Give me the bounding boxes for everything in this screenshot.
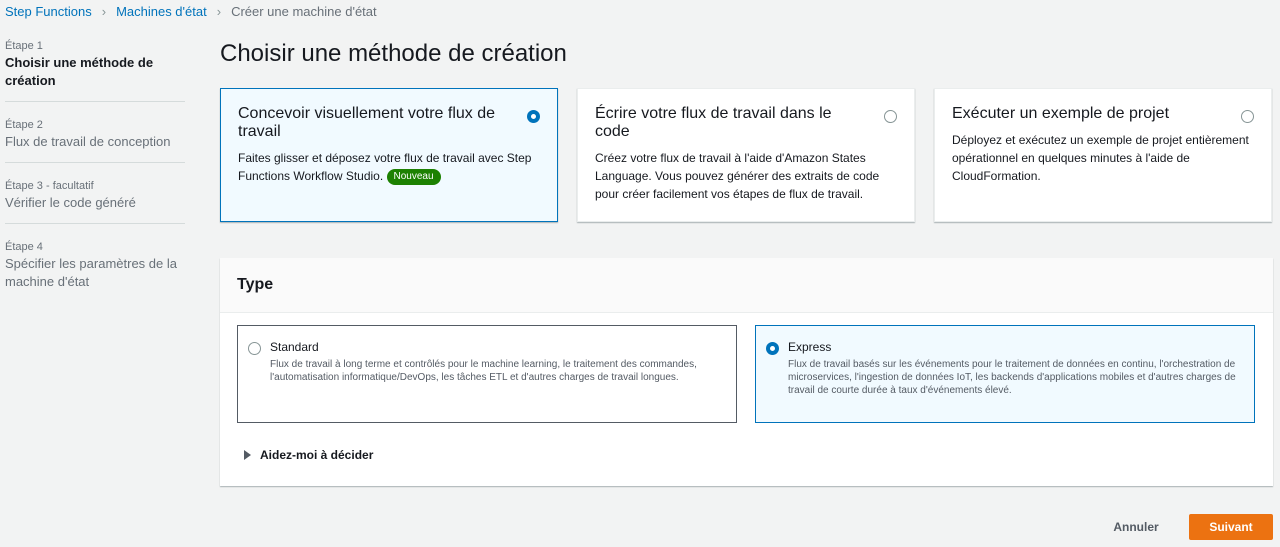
wizard-step-2: Étape 2 Flux de travail de conception bbox=[5, 117, 185, 163]
step-title: Choisir une méthode de création bbox=[5, 55, 154, 88]
caret-right-icon bbox=[244, 450, 251, 460]
new-badge: Nouveau bbox=[386, 169, 441, 185]
breadcrumb-chevron-icon: › bbox=[101, 3, 107, 19]
step-number: Étape 4 bbox=[5, 241, 43, 253]
method-card-description: Déployez et exécutez un exemple de proje… bbox=[952, 133, 1249, 183]
method-card-title: Concevoir visuellement votre flux de tra… bbox=[238, 105, 496, 140]
wizard-step-1: Étape 1 Choisir une méthode de création bbox=[5, 38, 185, 102]
type-panel-header: Type bbox=[220, 258, 1273, 313]
method-card-visual[interactable]: Concevoir visuellement votre flux de tra… bbox=[220, 88, 558, 222]
method-card-description-text: Faites glisser et déposez votre flux de … bbox=[238, 151, 532, 183]
create-state-machine-page: Step Functions › Machines d'état › Créer… bbox=[0, 0, 1280, 547]
page-title: Choisir une méthode de création bbox=[220, 40, 567, 67]
method-card-sample-project[interactable]: Exécuter un exemple de projet Déployez e… bbox=[934, 88, 1272, 222]
step-number: Étape 3 - facultatif bbox=[5, 180, 94, 192]
step-title: Flux de travail de conception bbox=[5, 134, 171, 149]
type-radio-standard[interactable] bbox=[248, 342, 261, 355]
step-title: Vérifier le code généré bbox=[5, 195, 136, 210]
type-option-express[interactable]: Express Flux de travail basés sur les év… bbox=[755, 325, 1255, 423]
method-card-title: Écrire votre flux de travail dans le cod… bbox=[595, 105, 832, 140]
help-me-decide-label: Aidez-moi à décider bbox=[260, 448, 374, 462]
wizard-step-3: Étape 3 - facultatif Vérifier le code gé… bbox=[5, 178, 185, 224]
breadcrumb-chevron-icon: › bbox=[216, 3, 222, 19]
next-button[interactable]: Suivant bbox=[1189, 514, 1273, 540]
method-card-description: Créez votre flux de travail à l'aide d'A… bbox=[595, 151, 880, 201]
method-radio-sample-project[interactable] bbox=[1241, 110, 1254, 123]
method-card-title: Exécuter un exemple de projet bbox=[952, 105, 1170, 122]
help-me-decide-expander[interactable]: Aidez-moi à décider bbox=[244, 448, 373, 462]
breadcrumb-step-functions[interactable]: Step Functions bbox=[5, 4, 92, 19]
type-option-title: Standard bbox=[270, 340, 319, 354]
type-radio-express[interactable] bbox=[766, 342, 779, 355]
step-number: Étape 2 bbox=[5, 119, 43, 131]
method-card-code[interactable]: Écrire votre flux de travail dans le cod… bbox=[577, 88, 915, 222]
breadcrumb-current: Créer une machine d'état bbox=[231, 3, 377, 19]
method-radio-code[interactable] bbox=[884, 110, 897, 123]
type-option-standard[interactable]: Standard Flux de travail à long terme et… bbox=[237, 325, 737, 423]
type-option-description: Flux de travail à long terme et contrôlé… bbox=[270, 359, 697, 383]
step-number: Étape 1 bbox=[5, 40, 43, 52]
type-option-title: Express bbox=[788, 340, 832, 354]
wizard-steps: Étape 1 Choisir une méthode de création … bbox=[5, 38, 185, 317]
type-option-description: Flux de travail basés sur les événements… bbox=[788, 359, 1236, 396]
wizard-step-4: Étape 4 Spécifier les paramètres de la m… bbox=[5, 239, 185, 302]
type-panel: Type Standard Flux de travail à long ter… bbox=[220, 258, 1273, 486]
breadcrumb: Step Functions › Machines d'état › Créer… bbox=[5, 3, 377, 19]
method-radio-visual[interactable] bbox=[527, 110, 540, 123]
step-title: Spécifier les paramètres de la machine d… bbox=[5, 256, 177, 289]
breadcrumb-state-machines[interactable]: Machines d'état bbox=[116, 4, 207, 19]
method-card-description: Faites glisser et déposez votre flux de … bbox=[238, 149, 540, 185]
cancel-button[interactable]: Annuler bbox=[1098, 514, 1174, 540]
